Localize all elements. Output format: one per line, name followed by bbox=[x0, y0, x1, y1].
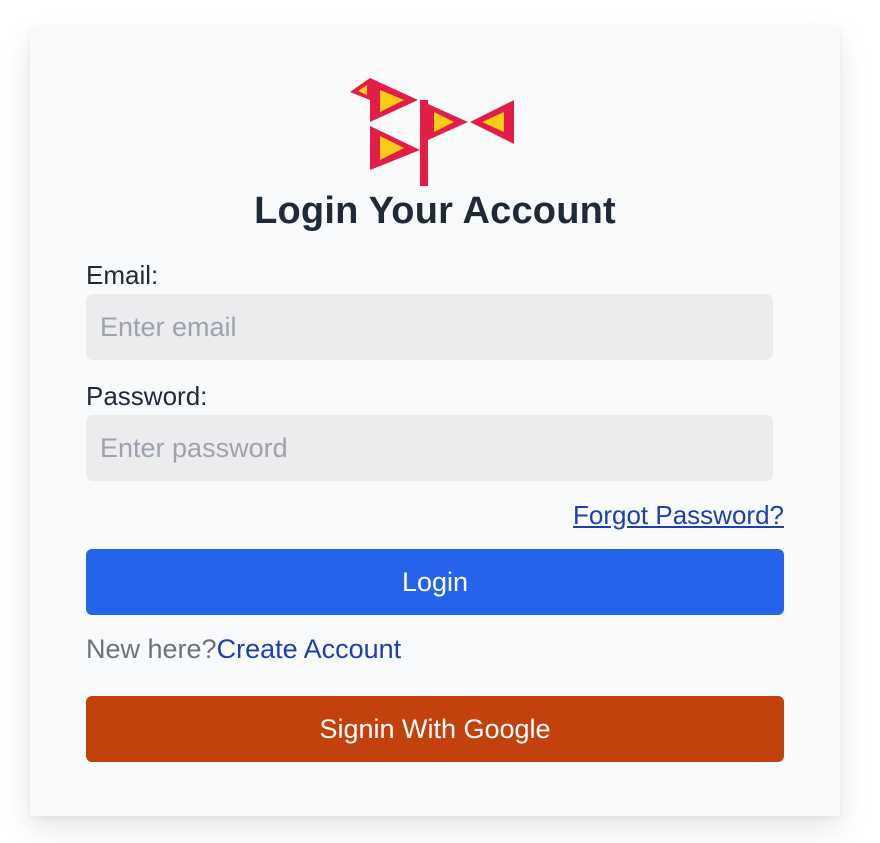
create-account-link[interactable]: Create Account bbox=[217, 634, 402, 664]
login-card: Login Your Account Email: Password: Forg… bbox=[30, 28, 840, 816]
forgot-password-link[interactable]: Forgot Password? bbox=[573, 500, 784, 531]
email-field[interactable] bbox=[86, 294, 773, 360]
new-here-row: New here?Create Account bbox=[86, 634, 401, 665]
page-title: Login Your Account bbox=[254, 190, 616, 232]
login-button[interactable]: Login bbox=[86, 549, 784, 615]
google-signin-button[interactable]: Signin With Google bbox=[86, 696, 784, 762]
new-here-text: New here? bbox=[86, 634, 217, 664]
flags-logo-icon bbox=[350, 78, 514, 186]
password-field[interactable] bbox=[86, 415, 773, 481]
email-label: Email: bbox=[86, 260, 159, 290]
password-label: Password: bbox=[86, 381, 208, 411]
